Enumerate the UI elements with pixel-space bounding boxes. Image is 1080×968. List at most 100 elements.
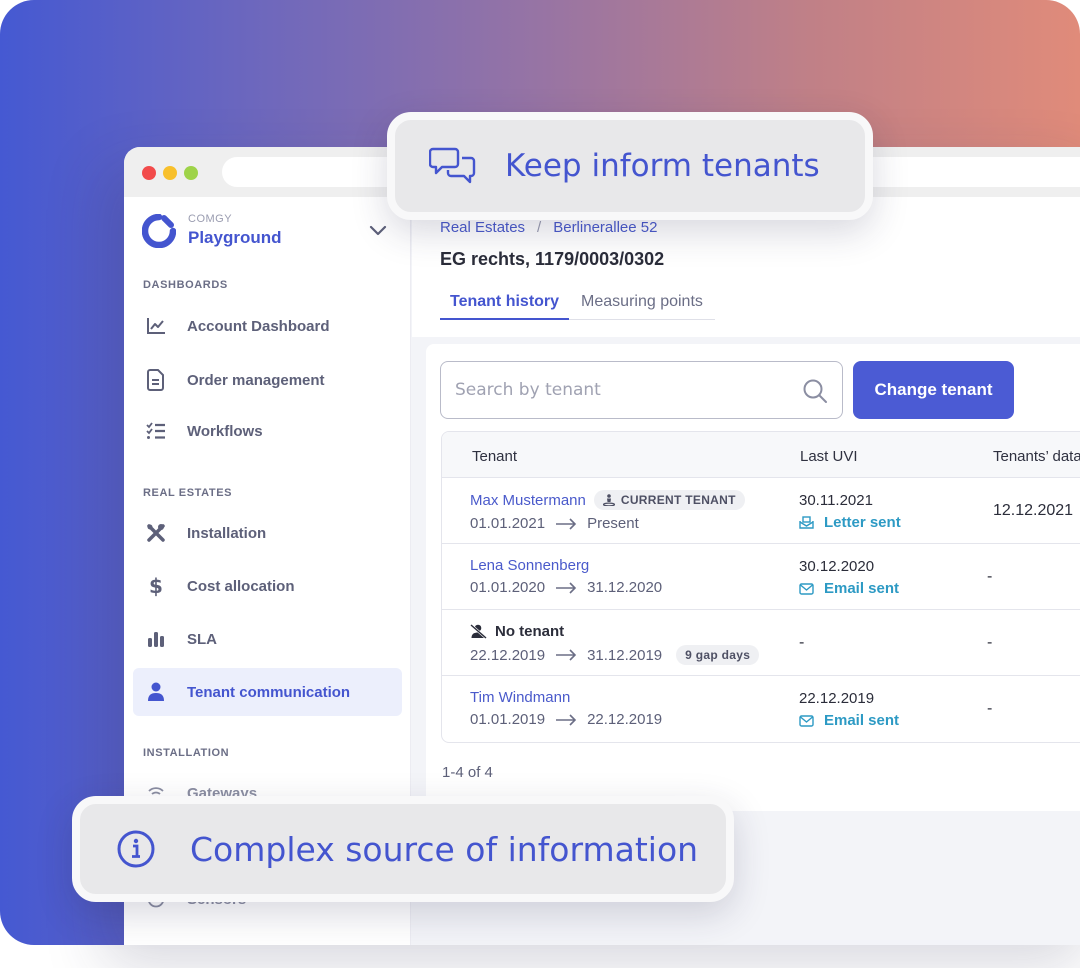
- no-tenant-label: No tenant: [470, 623, 759, 640]
- breadcrumb-property[interactable]: Berlinerallee 52: [553, 219, 657, 236]
- period-end: 31.12.2020: [587, 579, 663, 596]
- table-row[interactable]: Max Mustermann CURRENT TENANT 01.01.2021…: [442, 478, 1080, 544]
- period-start: 01.01.2020: [470, 579, 546, 596]
- letter-icon: [799, 516, 814, 529]
- last-uvi-date: 30.12.2020: [799, 558, 875, 575]
- callout-keep-inform-tenants: Keep inform tenants: [387, 112, 873, 220]
- arrow-right-icon: [556, 713, 577, 726]
- period-start: 01.01.2021: [470, 515, 546, 532]
- sidebar-item-cost-allocation[interactable]: $ Cost allocation: [133, 562, 402, 610]
- no-tenant-text: No tenant: [495, 623, 565, 640]
- sidebar-item-label: Order management: [187, 371, 325, 389]
- search-field[interactable]: [440, 361, 843, 419]
- current-tenant-label: CURRENT TENANT: [620, 493, 736, 507]
- breadcrumb-real-estates[interactable]: Real Estates: [440, 219, 525, 236]
- callout-text: Keep inform tenants: [505, 148, 820, 184]
- user-off-icon: [470, 624, 487, 639]
- tenant-name-link[interactable]: Tim Windmann: [470, 689, 662, 706]
- sidebar-item-label: Workflows: [187, 422, 263, 440]
- column-header-last-uvi[interactable]: Last UVI: [800, 448, 858, 465]
- last-uvi-date: 30.11.2021: [799, 492, 873, 509]
- page-title: EG rechts, 1179/0003/0302: [440, 249, 665, 269]
- bar-chart-icon: [145, 628, 167, 650]
- dollar-icon: $: [149, 574, 163, 598]
- period-end: Present: [587, 515, 639, 532]
- sidebar-item-order-management[interactable]: Order management: [133, 356, 402, 404]
- sidebar-item-label: Account Dashboard: [187, 317, 330, 335]
- sidebar-item-workflows[interactable]: Workflows: [133, 407, 402, 455]
- tenant-name-link[interactable]: Lena Sonnenberg: [470, 557, 662, 574]
- uvi-status-label: Letter sent: [824, 514, 901, 531]
- brand[interactable]: COMGY Playground: [142, 213, 282, 248]
- change-tenant-button[interactable]: Change tenant: [853, 361, 1014, 419]
- gap-days-badge: 9 gap days: [676, 645, 760, 665]
- minimize-window-button[interactable]: [163, 166, 177, 180]
- tenant-table: Tenant Last UVI Tenants’ data Max Muster…: [441, 431, 1080, 743]
- sidebar-item-sla[interactable]: SLA: [133, 615, 402, 663]
- arrow-right-icon: [556, 649, 577, 661]
- pagination-summary: 1-4 of 4: [442, 764, 493, 781]
- chevron-down-icon[interactable]: [369, 225, 387, 237]
- table-row[interactable]: Tim Windmann 01.01.2019 22.12.2019 22.12…: [442, 676, 1080, 742]
- comgy-logo-icon: [142, 213, 176, 248]
- callout-complex-source: Complex source of information: [72, 796, 734, 902]
- close-window-button[interactable]: [142, 166, 156, 180]
- email-icon: [799, 714, 814, 727]
- tools-icon: [145, 522, 167, 544]
- section-label-installation: INSTALLATION: [143, 747, 230, 759]
- search-icon[interactable]: [802, 378, 828, 404]
- uvi-status[interactable]: Letter sent: [799, 514, 901, 531]
- last-uvi-date: 22.12.2019: [799, 690, 875, 707]
- section-label-real-estates: REAL ESTATES: [143, 487, 233, 499]
- checklist-icon: [145, 420, 167, 442]
- uvi-status-label: Email sent: [824, 712, 900, 729]
- breadcrumb: Real Estates / Berlinerallee 52: [440, 219, 657, 236]
- user-icon: [145, 681, 167, 703]
- section-label-dashboards: DASHBOARDS: [143, 279, 228, 291]
- uvi-status-label: Email sent: [824, 580, 900, 597]
- sidebar-item-label: Installation: [187, 524, 267, 542]
- document-icon: [145, 369, 167, 391]
- sidebar-item-installation[interactable]: Installation: [133, 509, 402, 557]
- table-header: Tenant Last UVI Tenants’ data: [442, 432, 1080, 478]
- search-input[interactable]: [455, 380, 785, 400]
- chart-line-icon: [145, 315, 167, 337]
- sidebar-item-tenant-communication[interactable]: Tenant communication: [133, 668, 402, 716]
- sidebar-item-account-dashboard[interactable]: Account Dashboard: [133, 302, 402, 350]
- tab-measuring-points[interactable]: Measuring points: [571, 293, 713, 319]
- email-icon: [799, 582, 814, 595]
- column-header-tenant[interactable]: Tenant: [472, 448, 517, 465]
- sidebar-item-label: SLA: [187, 630, 217, 648]
- tenants-data-value: 12.12.2021: [993, 502, 1074, 519]
- arrow-right-icon: [556, 581, 577, 594]
- tenant-name-link[interactable]: Max Mustermann: [470, 492, 586, 509]
- tenant-history-panel: Change tenant Tenant Last UVI Tenants’ d…: [426, 344, 1080, 811]
- brand-name: Playground: [188, 228, 282, 247]
- last-uvi-date: -: [799, 634, 805, 651]
- callout-text: Complex source of information: [190, 829, 699, 869]
- person-pin-icon: [602, 494, 615, 506]
- period-start: 22.12.2019: [470, 646, 546, 664]
- period-end: 22.12.2019: [587, 711, 663, 728]
- tab-tenant-history[interactable]: Tenant history: [440, 293, 570, 320]
- breadcrumb-separator: /: [537, 219, 542, 236]
- chat-bubbles-icon: [429, 147, 476, 184]
- tenants-data-value: -: [987, 568, 993, 585]
- brand-company: COMGY: [188, 213, 233, 225]
- current-tenant-badge: CURRENT TENANT: [593, 490, 745, 510]
- info-icon: [117, 830, 155, 868]
- sidebar-item-label: Cost allocation: [187, 577, 295, 595]
- table-row[interactable]: No tenant 22.12.2019 31.12.2019 9 gap da…: [442, 610, 1080, 676]
- sidebar-item-label: Tenant communication: [187, 683, 351, 701]
- period-end: 31.12.2019: [587, 646, 663, 664]
- tab-bar: Tenant history Measuring points: [440, 293, 715, 320]
- arrow-right-icon: [556, 517, 577, 530]
- uvi-status[interactable]: Email sent: [799, 580, 899, 597]
- uvi-status[interactable]: Email sent: [799, 712, 899, 729]
- period-start: 01.01.2019: [470, 711, 546, 728]
- tenants-data-value: -: [987, 634, 993, 651]
- column-header-tenants-data[interactable]: Tenants’ data: [993, 448, 1080, 465]
- table-row[interactable]: Lena Sonnenberg 01.01.2020 31.12.2020 30…: [442, 544, 1080, 610]
- tenants-data-value: -: [987, 700, 993, 717]
- maximize-window-button[interactable]: [184, 166, 198, 180]
